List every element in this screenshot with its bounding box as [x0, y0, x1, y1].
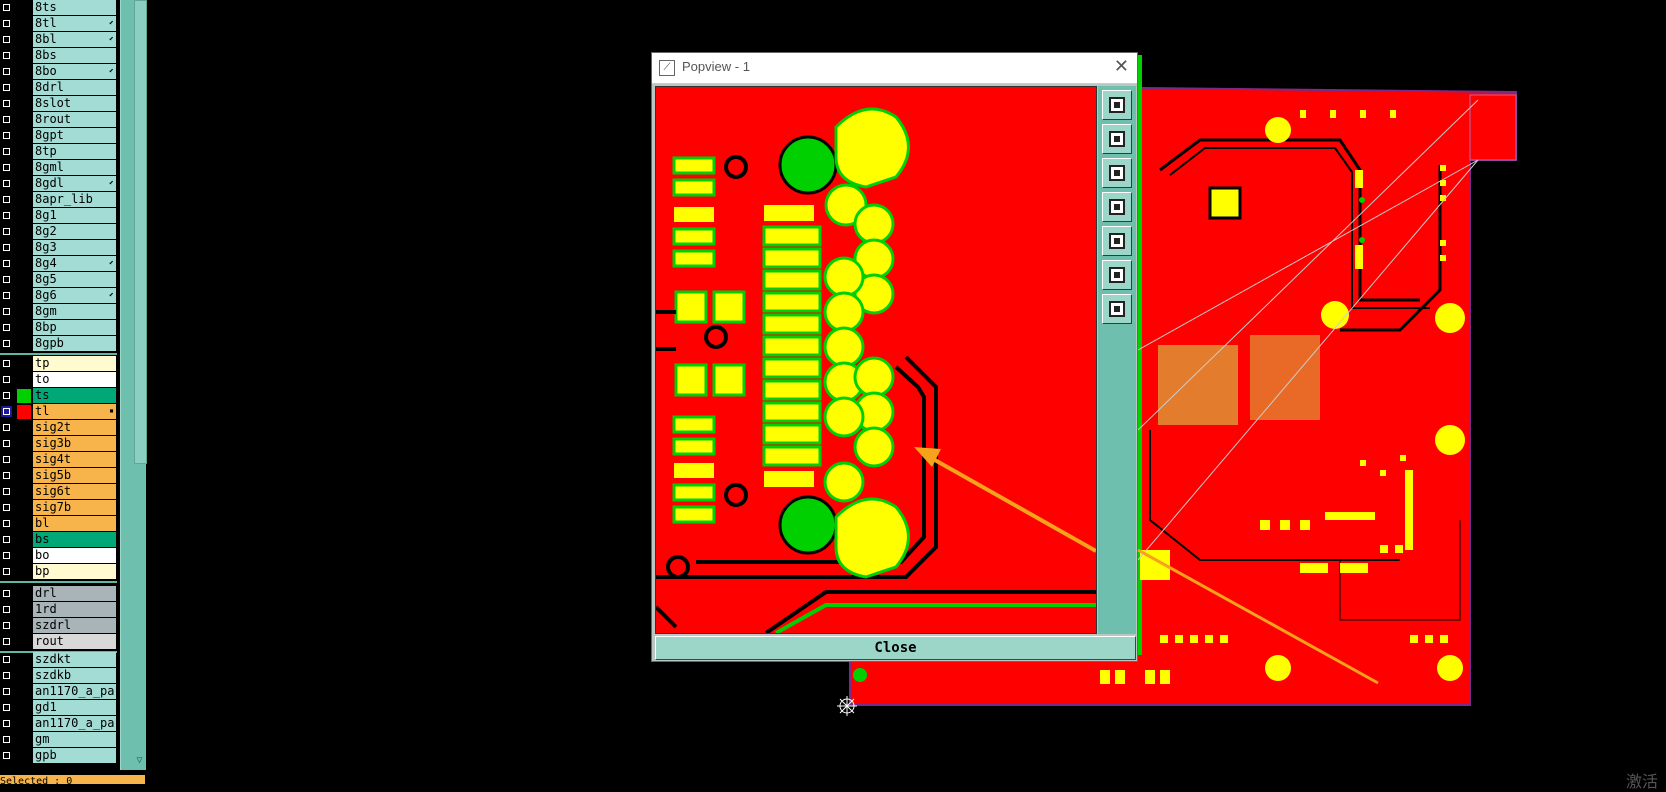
popview-viewport[interactable] [655, 86, 1097, 634]
pan-up-button[interactable] [1102, 124, 1132, 154]
zoom-fit-button[interactable] [1102, 260, 1132, 290]
mounting-hole [1265, 655, 1291, 681]
qfn-chip [1208, 186, 1242, 220]
mounting-hole [1435, 425, 1465, 455]
pan-up-icon [1109, 131, 1125, 147]
pan-left-button[interactable] [1102, 192, 1132, 222]
zoomed-board-view [656, 87, 1096, 633]
mounting-hole [1265, 117, 1291, 143]
zoom-window-button[interactable] [1102, 90, 1132, 120]
pan-down-button[interactable] [1102, 158, 1132, 188]
close-button[interactable]: Close [655, 636, 1136, 660]
bga-chip-1 [1158, 345, 1238, 425]
pan-right-icon [1109, 233, 1125, 249]
bga-chip-2 [1250, 335, 1320, 420]
pad [764, 205, 814, 221]
popview-title: Popview - 1 [682, 59, 750, 74]
pan-left-icon [1109, 199, 1125, 215]
board-corner-inset [1469, 94, 1517, 161]
mounting-hole [1435, 303, 1465, 333]
origin-marker-icon [837, 696, 857, 716]
zoom-out-button[interactable] [1102, 294, 1132, 324]
app-icon: ⟋ [659, 60, 675, 76]
pan-right-button[interactable] [1102, 226, 1132, 256]
popview-window[interactable]: ⟋ Popview - 1 ✕ Close [651, 52, 1138, 662]
zoom-out-icon [1109, 301, 1125, 317]
popview-toolbar [1098, 86, 1136, 634]
mounting-hole [1321, 301, 1349, 329]
popview-titlebar[interactable]: ⟋ Popview - 1 ✕ [652, 53, 1137, 84]
watermark: 激活 [1626, 772, 1659, 791]
mounting-hole [1437, 655, 1463, 681]
pan-down-icon [1109, 165, 1125, 181]
connector-pads [762, 225, 822, 467]
zoom-fit-icon [1109, 267, 1125, 283]
close-icon[interactable]: ✕ [1114, 56, 1129, 77]
pad [764, 471, 814, 487]
zoom-window-icon [1109, 97, 1125, 113]
